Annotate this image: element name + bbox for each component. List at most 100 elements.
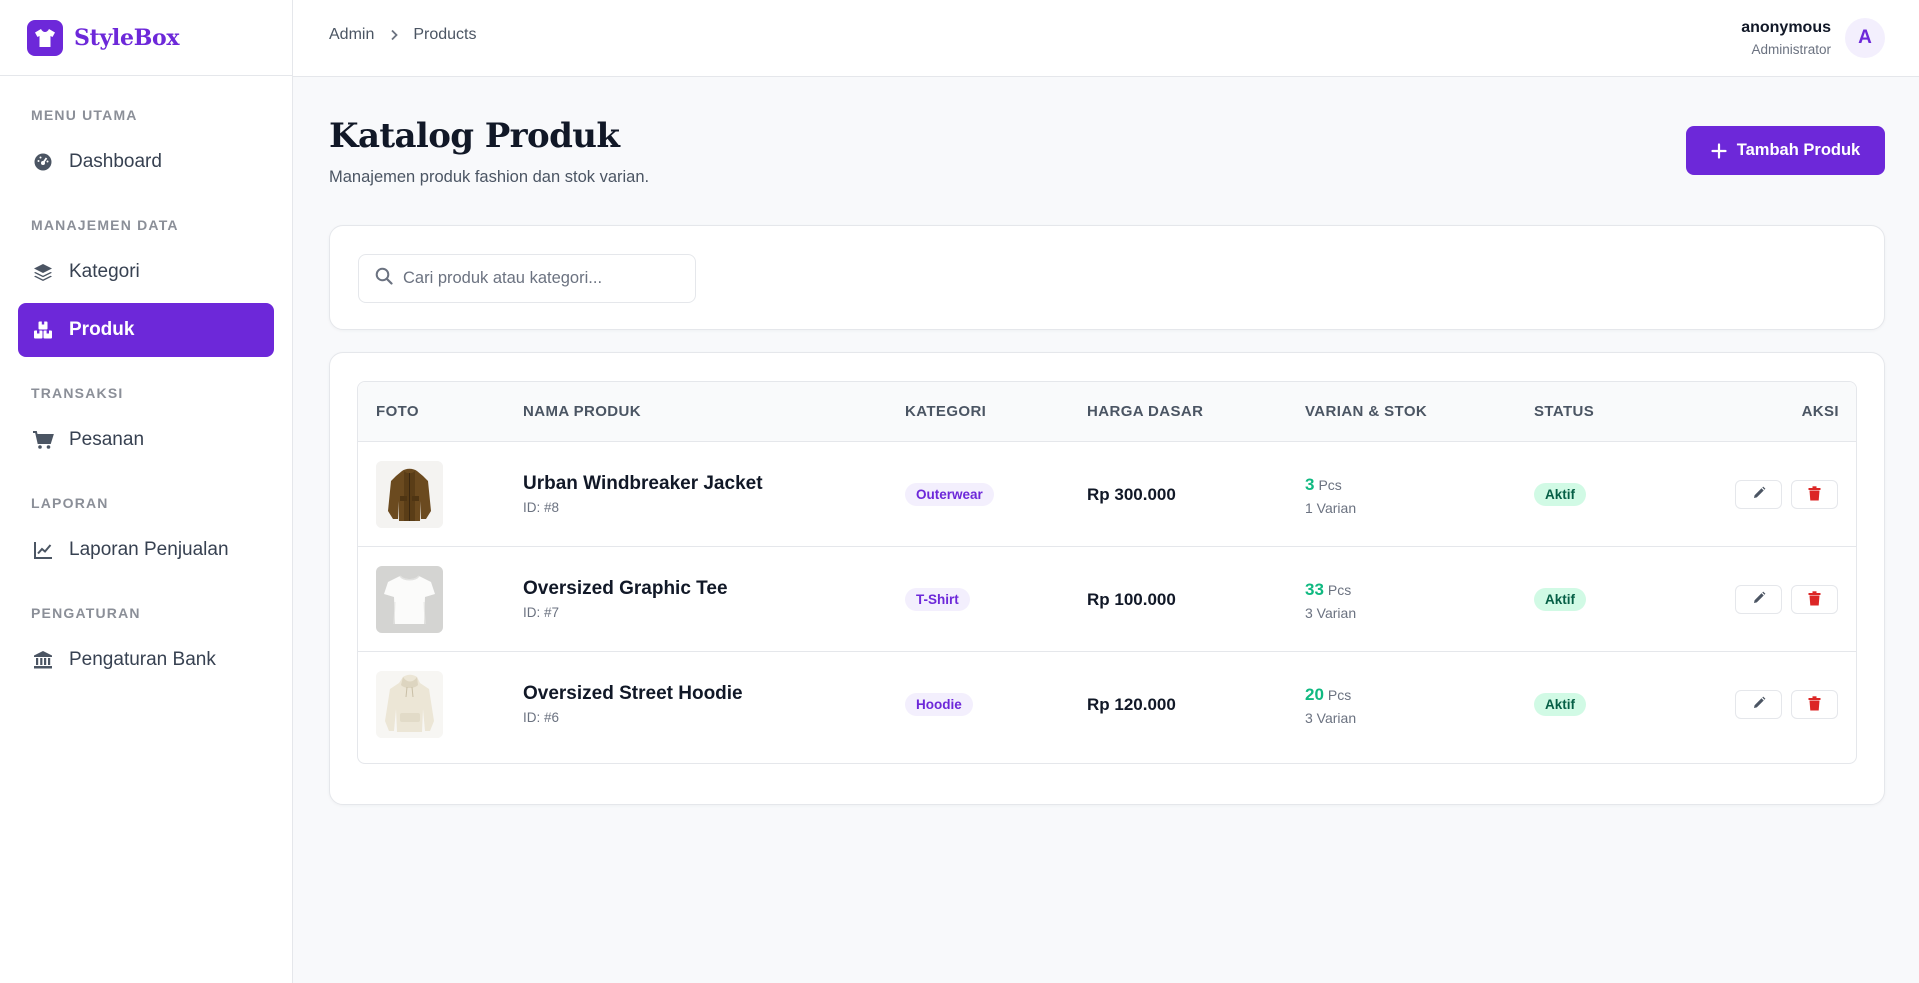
sidebar-item-kategori[interactable]: Kategori <box>18 245 274 299</box>
category-badge: Outerwear <box>905 483 994 506</box>
product-price: Rp 300.000 <box>1087 485 1176 504</box>
sidebar-item-laporan-penjualan[interactable]: Laporan Penjualan <box>18 523 274 577</box>
stock-count: 33 Pcs <box>1305 580 1351 600</box>
status-badge: Aktif <box>1534 693 1586 716</box>
breadcrumb: Admin Products <box>329 26 477 44</box>
stock-unit: Pcs <box>1327 582 1352 598</box>
product-name[interactable]: Oversized Street Hoodie <box>523 683 743 705</box>
page-subtitle: Manajemen produk fashion dan stok varian… <box>329 168 650 186</box>
table-row: Oversized Graphic Tee ID: #7 T-Shirt Rp … <box>358 547 1856 652</box>
sidebar-item-label: Produk <box>69 319 135 340</box>
search-icon <box>375 267 393 290</box>
category-badge: T-Shirt <box>905 588 970 611</box>
nav-section-title: PENGATURAN <box>31 605 141 621</box>
table-header: FOTO NAMA PRODUK KATEGORI HARGA DASAR VA… <box>358 382 1856 442</box>
stock-count: 20 Pcs <box>1305 685 1351 705</box>
sidebar-item-label: Dashboard <box>69 151 162 172</box>
pencil-icon <box>1752 696 1766 713</box>
pencil-icon <box>1752 486 1766 503</box>
product-price: Rp 120.000 <box>1087 695 1176 714</box>
trash-icon <box>1808 485 1821 504</box>
search-input[interactable] <box>403 269 683 288</box>
nav-section-title: TRANSAKSI <box>31 385 124 401</box>
status-badge: Aktif <box>1534 483 1586 506</box>
sidebar-nav: MENU UTAMA Dashboard MANAJEMEN DATA Kate… <box>0 76 292 687</box>
sidebar-item-label: Kategori <box>69 261 140 282</box>
col-header-harga-dasar[interactable]: HARGA DASAR <box>1087 403 1203 420</box>
edit-button[interactable] <box>1735 480 1782 509</box>
sidebar-item-produk[interactable]: Produk <box>18 303 274 357</box>
nav-section-title: MENU UTAMA <box>31 107 138 123</box>
pencil-icon <box>1752 591 1766 608</box>
sidebar-item-pesanan[interactable]: Pesanan <box>18 413 274 467</box>
plus-icon <box>1711 142 1727 159</box>
stock-value: 3 <box>1305 475 1315 494</box>
stock-unit: Pcs <box>1318 477 1342 493</box>
product-id: ID: #8 <box>523 500 560 515</box>
product-price: Rp 100.000 <box>1087 590 1176 609</box>
col-header-nama-produk[interactable]: NAMA PRODUK <box>523 403 641 420</box>
topbar: Admin Products anonymous Administrator A <box>293 0 1919 77</box>
stock-value: 33 <box>1305 580 1324 599</box>
search-box[interactable] <box>358 254 696 303</box>
nav-section-title: LAPORAN <box>31 495 109 511</box>
brand[interactable]: StyleBox <box>0 0 292 76</box>
product-photo-hoodie[interactable] <box>376 671 443 738</box>
user-role: Administrator <box>1751 42 1831 57</box>
products-table: FOTO NAMA PRODUK KATEGORI HARGA DASAR VA… <box>357 381 1857 764</box>
product-id: ID: #7 <box>523 605 560 620</box>
variant-count: 3 Varian <box>1305 605 1357 621</box>
edit-button[interactable] <box>1735 690 1782 719</box>
sidebar-item-pengaturan-bank[interactable]: Pengaturan Bank <box>18 633 274 687</box>
product-photo-jacket[interactable] <box>376 461 443 528</box>
sidebar: StyleBox MENU UTAMA Dashboard MANAJEMEN … <box>0 0 293 983</box>
delete-button[interactable] <box>1791 585 1838 614</box>
delete-button[interactable] <box>1791 690 1838 719</box>
table-row: Oversized Street Hoodie ID: #6 Hoodie Rp… <box>358 652 1856 757</box>
chart-line-icon <box>32 539 54 561</box>
trash-icon <box>1808 695 1821 714</box>
col-header-varian-stok[interactable]: VARIAN & STOK <box>1305 403 1427 420</box>
add-product-button[interactable]: Tambah Produk <box>1686 126 1885 175</box>
product-id: ID: #6 <box>523 710 560 725</box>
layers-icon <box>32 261 54 283</box>
col-header-foto: FOTO <box>376 403 419 420</box>
nav-section-title: MANAJEMEN DATA <box>31 217 179 233</box>
avatar[interactable]: A <box>1845 18 1885 58</box>
user-info: anonymous Administrator <box>1741 19 1831 57</box>
user-name: anonymous <box>1741 19 1831 36</box>
page-title: Katalog Produk <box>329 116 620 156</box>
user-menu[interactable]: anonymous Administrator A <box>1741 18 1885 58</box>
breadcrumb-products: Products <box>413 26 477 43</box>
edit-button[interactable] <box>1735 585 1782 614</box>
bank-icon <box>32 649 54 671</box>
category-badge: Hoodie <box>905 693 973 716</box>
chevron-right-icon <box>390 29 399 41</box>
tshirt-logo-icon <box>27 19 63 56</box>
stock-count: 3 Pcs <box>1305 475 1342 495</box>
cart-icon <box>32 429 54 451</box>
col-header-kategori[interactable]: KATEGORI <box>905 403 986 420</box>
delete-button[interactable] <box>1791 480 1838 509</box>
product-name[interactable]: Urban Windbreaker Jacket <box>523 473 763 495</box>
status-badge: Aktif <box>1534 588 1586 611</box>
product-name[interactable]: Oversized Graphic Tee <box>523 578 728 600</box>
sidebar-item-dashboard[interactable]: Dashboard <box>18 135 274 189</box>
sidebar-item-label: Pengaturan Bank <box>69 649 216 670</box>
col-header-aksi: AKSI <box>1801 403 1839 420</box>
stock-value: 20 <box>1305 685 1324 704</box>
sidebar-item-label: Pesanan <box>69 429 145 450</box>
breadcrumb-admin[interactable]: Admin <box>329 26 374 44</box>
variant-count: 3 Varian <box>1305 710 1357 726</box>
gauge-icon <box>32 151 54 173</box>
variant-count: 1 Varian <box>1305 500 1357 516</box>
col-header-status[interactable]: STATUS <box>1534 403 1594 420</box>
product-photo-tshirt[interactable] <box>376 566 443 633</box>
add-product-label: Tambah Produk <box>1736 141 1861 159</box>
stock-unit: Pcs <box>1327 687 1352 703</box>
table-row: Urban Windbreaker Jacket ID: #8 Outerwea… <box>358 442 1856 547</box>
search-card <box>329 225 1885 330</box>
products-card: FOTO NAMA PRODUK KATEGORI HARGA DASAR VA… <box>329 352 1885 805</box>
trash-icon <box>1808 590 1821 609</box>
boxes-icon <box>32 319 54 341</box>
